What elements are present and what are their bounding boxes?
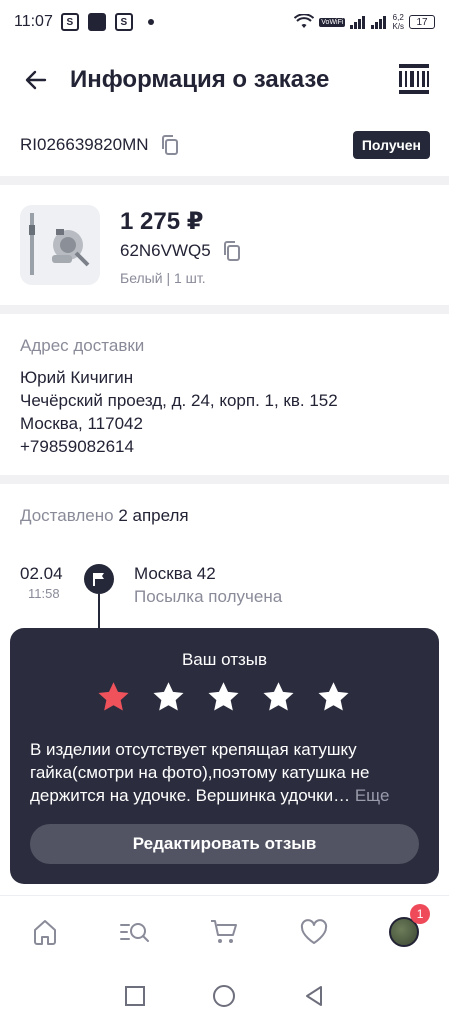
star-icon-2[interactable] <box>151 680 186 715</box>
review-more-link[interactable]: Еще <box>355 786 390 805</box>
profile-nav-item[interactable]: 1 <box>382 903 431 954</box>
product-info: 1 275 ₽ 62N6VWQ5 Белый | 1 шт. <box>120 205 243 289</box>
status-badge: Получен <box>352 131 430 159</box>
back-arrow-icon[interactable] <box>16 60 56 100</box>
copy-article-icon[interactable] <box>221 240 243 262</box>
edit-review-button[interactable]: Редактировать отзыв <box>30 824 419 864</box>
timeline-time: 11:58 <box>28 586 60 601</box>
address-label: Адрес доставки <box>20 336 145 355</box>
address-street: Чечёрский проезд, д. 24, корп. 1, кв. 15… <box>20 391 338 410</box>
status-right: VoWiFi 6,2 K/s 17 <box>294 13 435 31</box>
timeline-status: Посылка получена <box>134 587 283 606</box>
product-variant: Белый | 1 шт. <box>120 270 206 286</box>
review-text: В изделии отсутствует крепящая катушку г… <box>30 738 410 807</box>
notification-s-icon-2: S <box>114 13 133 31</box>
delivered-date: 2 апреля <box>118 506 189 525</box>
signal-icon <box>350 16 366 29</box>
rating-stars <box>96 680 351 715</box>
system-nav <box>0 968 449 1024</box>
cart-icon[interactable] <box>202 910 246 954</box>
page-title: Информация о заказе <box>70 66 330 93</box>
product-article: 62N6VWQ5 <box>120 241 211 260</box>
star-icon-4[interactable] <box>261 680 296 715</box>
barcode-icon[interactable] <box>397 62 431 96</box>
section-divider <box>0 176 449 185</box>
more-notifications-dot <box>147 19 154 25</box>
tracking-number: RI026639820MN <box>20 135 149 154</box>
address-block: Юрий Кичигин Чечёрский проезд, д. 24, ко… <box>20 366 338 458</box>
product-card: 1 275 ₽ 62N6VWQ5 Белый | 1 шт. <box>20 205 430 289</box>
section-divider <box>0 475 449 484</box>
status-time: 11:07 <box>14 13 53 30</box>
delivery-summary: Доставлено 2 апреля <box>20 506 189 526</box>
wifi-icon <box>294 14 315 28</box>
vowifi-indicator: VoWiFi <box>319 17 346 27</box>
section-divider <box>0 305 449 314</box>
signal-icon-2 <box>371 16 387 29</box>
bottom-nav: 1 <box>0 895 449 967</box>
flag-icon <box>84 564 114 594</box>
timeline-date: 02.04 <box>20 564 63 583</box>
timeline-place: Москва 42 <box>134 564 216 583</box>
recents-square-icon[interactable] <box>120 981 150 1011</box>
delivered-label: Доставлено <box>20 506 114 525</box>
status-bar: 11:07 S S VoWiFi 6,2 K/s 17 <box>0 0 449 44</box>
recipient-phone: +79859082614 <box>20 437 134 456</box>
article-row: 62N6VWQ5 <box>120 240 243 262</box>
notification-s-icon: S <box>60 13 79 31</box>
review-title: Ваш отзыв <box>181 650 268 669</box>
product-image[interactable] <box>20 205 100 285</box>
battery-icon: 17 <box>409 15 435 29</box>
home-circle-icon[interactable] <box>209 981 239 1011</box>
tracking-row: RI026639820MN Получен <box>20 128 430 162</box>
star-icon-1[interactable] <box>96 680 131 715</box>
app-header: Информация о заказе <box>0 52 449 108</box>
star-icon-3[interactable] <box>206 680 241 715</box>
star-icon-5[interactable] <box>316 680 351 715</box>
network-speed: 6,2 K/s <box>392 13 404 31</box>
home-icon[interactable] <box>23 910 67 954</box>
review-body: В изделии отсутствует крепящая катушку г… <box>30 740 370 805</box>
notification-badge: 1 <box>410 903 431 924</box>
heart-icon[interactable] <box>292 910 336 954</box>
back-triangle-icon[interactable] <box>299 981 329 1011</box>
mail-notification-icon <box>87 13 106 31</box>
product-price: 1 275 ₽ <box>120 208 204 235</box>
catalog-search-icon[interactable] <box>113 910 157 954</box>
copy-tracking-icon[interactable] <box>159 134 181 156</box>
review-card: Ваш отзыв В изделии отсутствует крепящая… <box>10 628 439 884</box>
address-city: Москва, 117042 <box>20 414 143 433</box>
recipient-name: Юрий Кичигин <box>20 368 134 387</box>
